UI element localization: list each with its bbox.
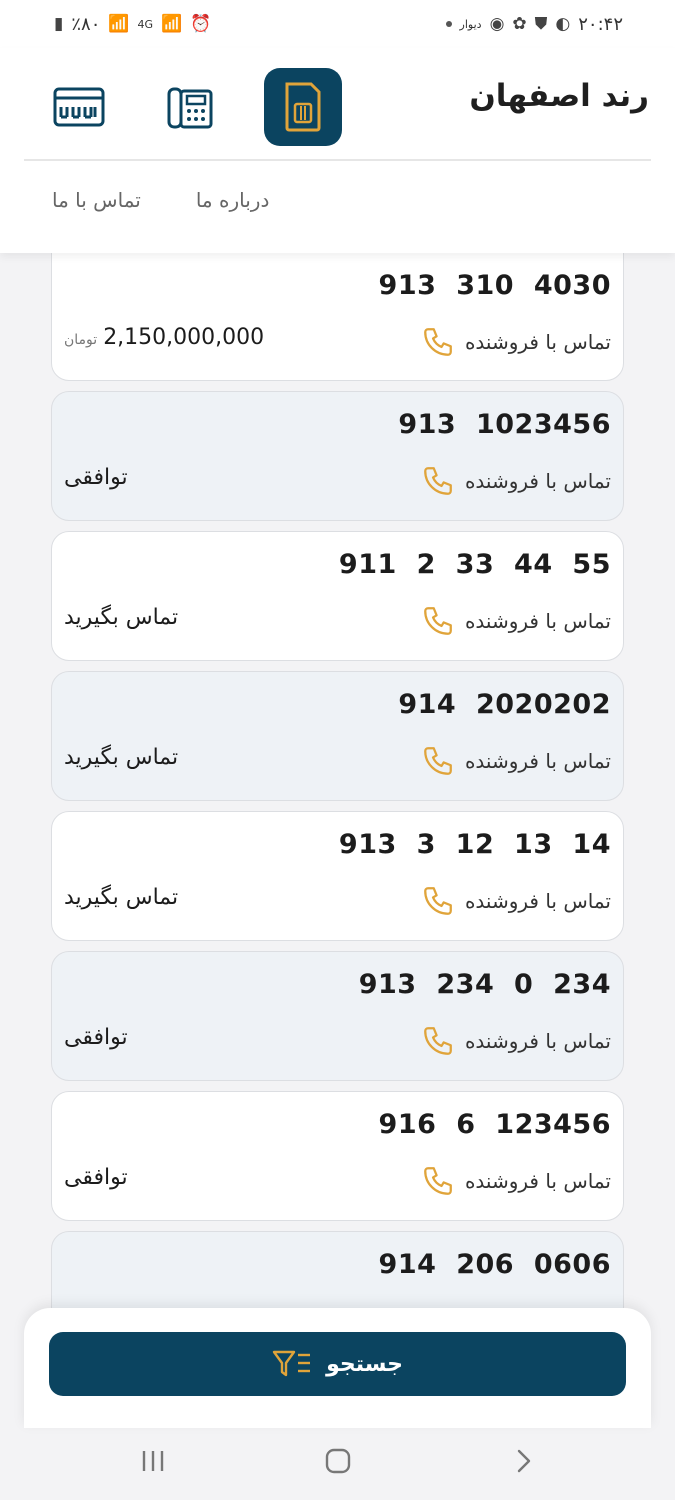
phone-icon (424, 887, 452, 915)
header-divider (24, 159, 651, 161)
phone-number: 913 1023456 (398, 409, 611, 440)
nav-contact[interactable]: تماس با ما (52, 188, 141, 212)
call-seller-link[interactable]: تماس با فروشنده (421, 1024, 611, 1058)
system-nav-bar (0, 1422, 675, 1500)
desk-phone-icon (167, 87, 213, 129)
app-icon-2: ✿ (512, 14, 527, 34)
price: تومان 2,150,000,000 (64, 325, 264, 350)
signal-icon-2: 📶 (161, 14, 183, 34)
price-unit: تومان (64, 332, 98, 348)
phone-icon (424, 1167, 452, 1195)
home-icon[interactable] (323, 1446, 353, 1476)
list-item[interactable]: 913 234 0 234 تماس با فروشنده توافقی (51, 951, 624, 1081)
nav-about[interactable]: درباره ما (196, 188, 270, 212)
phone-number: 914 206 0606 (378, 1249, 611, 1280)
shield-icon: ⛊ (534, 14, 548, 34)
signal-icon: 📶 (108, 14, 130, 34)
price-status: توافقی (64, 465, 128, 490)
list-item[interactable]: 916 6 123456 تماس با فروشنده توافقی (51, 1091, 624, 1221)
number-list: 913 310 4030 تماس با فروشنده تومان 2,150… (51, 252, 624, 1371)
filter-icon (272, 1350, 311, 1377)
list-item[interactable]: 913 310 4030 تماس با فروشنده تومان 2,150… (51, 252, 624, 381)
plate-button[interactable] (40, 68, 118, 146)
app-label: دیوار (459, 17, 482, 31)
battery-icon: ▮ (54, 14, 64, 34)
sim-card-icon (285, 82, 321, 132)
call-seller-label: تماس با فروشنده (464, 330, 611, 354)
notification-dot (445, 21, 452, 27)
phone-number: 913 3 12 13 14 (338, 829, 611, 860)
landline-button[interactable] (152, 68, 230, 146)
phone-number: 911 2 33 44 55 (338, 549, 611, 580)
phone-icon (424, 1027, 452, 1055)
list-item[interactable]: 914 2020202 تماس با فروشنده تماس بگیرید (51, 671, 624, 801)
back-icon[interactable] (508, 1446, 538, 1476)
call-seller-label: تماس با فروشنده (464, 1169, 611, 1193)
search-label: جستجو (326, 1351, 403, 1377)
phone-number: 914 2020202 (398, 689, 611, 720)
top-nav: تماس با ما درباره ما (52, 188, 269, 212)
keyboard-icon (53, 87, 105, 127)
search-panel: جستجو (24, 1308, 651, 1428)
call-seller-link[interactable]: تماس با فروشنده (421, 884, 611, 918)
call-seller-link[interactable]: تماس با فروشنده (421, 1164, 611, 1198)
app-icon-3: ◐ (555, 14, 571, 34)
search-button[interactable]: جستجو (49, 1332, 626, 1396)
call-seller-link[interactable]: تماس با فروشنده (421, 325, 611, 359)
phone-icon (424, 607, 452, 635)
call-seller-label: تماس با فروشنده (464, 1029, 611, 1053)
call-seller-label: تماس با فروشنده (464, 749, 611, 773)
call-seller-label: تماس با فروشنده (464, 609, 611, 633)
battery-level: ٪۸۰ (71, 13, 101, 35)
call-seller-label: تماس با فروشنده (464, 469, 611, 493)
phone-number: 916 6 123456 (378, 1109, 611, 1140)
brand-title: رند اصفهان (469, 78, 649, 114)
status-right: دیوار ◉ ✿ ⛊ ◐ ۲۰:۴۲ (445, 13, 623, 35)
phone-number: 913 234 0 234 (358, 969, 611, 1000)
header-icon-group (40, 68, 342, 146)
call-seller-link[interactable]: تماس با فروشنده (421, 604, 611, 638)
call-seller-label: تماس با فروشنده (464, 889, 611, 913)
price-status: توافقی (64, 1025, 128, 1050)
clock: ۲۰:۴۲ (578, 13, 623, 35)
price-status: تماس بگیرید (64, 745, 179, 770)
recent-apps-icon[interactable] (138, 1446, 168, 1476)
price-value: 2,150,000,000 (103, 325, 265, 350)
price-status: تماس بگیرید (64, 885, 179, 910)
phone-icon (424, 467, 452, 495)
call-seller-link[interactable]: تماس با فروشنده (421, 464, 611, 498)
list-item[interactable]: 913 1023456 تماس با فروشنده توافقی (51, 391, 624, 521)
list-item[interactable]: 913 3 12 13 14 تماس با فروشنده تماس بگیر… (51, 811, 624, 941)
app-icon: ◉ (489, 14, 505, 34)
price-status: تماس بگیرید (64, 605, 179, 630)
network-type: 4G (137, 17, 154, 31)
phone-icon (424, 747, 452, 775)
phone-number: 913 310 4030 (378, 270, 611, 301)
app-header: رند اصفهان تماس با ما درباره ما (0, 48, 675, 253)
call-seller-link[interactable]: تماس با فروشنده (421, 744, 611, 778)
sim-card-button[interactable] (264, 68, 342, 146)
status-left: ▮ ٪۸۰ 📶 4G 📶 ⏰ (54, 14, 211, 35)
list-item[interactable]: 911 2 33 44 55 تماس با فروشنده تماس بگیر… (51, 531, 624, 661)
status-bar: ▮ ٪۸۰ 📶 4G 📶 ⏰ دیوار ◉ ✿ ⛊ ◐ ۲۰:۴۲ (0, 0, 675, 48)
alarm-icon: ⏰ (190, 14, 212, 34)
phone-icon (424, 328, 452, 356)
price-status: توافقی (64, 1165, 128, 1190)
